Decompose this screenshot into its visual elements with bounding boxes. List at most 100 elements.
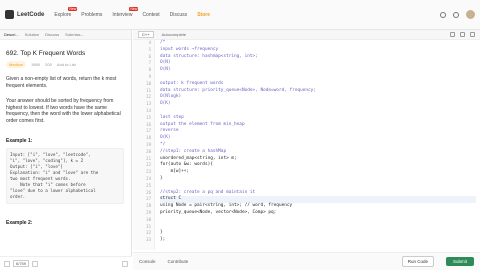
tab-submissions[interactable]: Submiss... xyxy=(65,32,84,37)
line-number: 32 xyxy=(146,230,151,236)
expand-icon[interactable] xyxy=(470,32,475,37)
nav-discuss[interactable]: Discuss xyxy=(170,12,188,18)
example-2-title: Example 2: xyxy=(6,220,33,226)
code-line: m[w]++; xyxy=(160,169,190,175)
problem-pager: 6/759 xyxy=(4,260,39,267)
autocomplete-toggle[interactable]: Autocomplete xyxy=(162,32,186,37)
nav-right-icons xyxy=(440,10,475,19)
code-line: O(K) xyxy=(160,135,171,141)
next-problem-button[interactable] xyxy=(32,260,39,267)
problem-footer: 6/759 xyxy=(0,256,132,270)
line-number: 16 xyxy=(146,121,151,127)
problem-description: Given a non-empty list of words, return … xyxy=(6,76,117,89)
line-number: 19 xyxy=(146,142,151,147)
line-number: 21 xyxy=(146,155,151,161)
line-number: 10 xyxy=(146,80,151,86)
code-line: priority_queue<Node, vector<Node>, Comp>… xyxy=(160,210,277,215)
example-line: order. xyxy=(10,194,26,199)
editor-icons xyxy=(450,32,475,37)
dislike-count[interactable]: 200 xyxy=(45,62,52,67)
submit-button[interactable]: Submit xyxy=(445,257,474,266)
settings-icon[interactable] xyxy=(460,32,465,37)
code-line: data structure: priority_queue<Node>, No… xyxy=(160,87,316,93)
line-number: 28 xyxy=(146,203,151,209)
code-editor-pane: C++ Autocomplete 4 5 6 7 8 9 10 11 12 13 14 15 16 17 1… xyxy=(133,30,480,270)
line-number: 12 xyxy=(146,94,151,100)
reset-icon[interactable] xyxy=(450,32,455,37)
nav-contest[interactable]: Contest xyxy=(142,12,159,18)
difficulty-badge: Medium xyxy=(6,61,27,68)
editor-footer: Console Contribute Run Code Submit xyxy=(133,252,480,270)
problem-pane: Descri... Solution Discuss Submiss... 69… xyxy=(0,30,132,270)
leetcode-logo-icon xyxy=(5,10,14,19)
add-to-list-button[interactable]: Add to List xyxy=(57,62,76,67)
line-number: 4 xyxy=(148,40,151,45)
example-1-title: Example 1: xyxy=(6,138,33,144)
top-navigation: LeetCode Explore New Problems Interview Ne… xyxy=(0,0,480,30)
line-number: 17 xyxy=(146,128,151,134)
code-line: O(K) xyxy=(160,101,171,107)
console-button[interactable]: Console xyxy=(139,259,156,264)
app-window: LeetCode Explore New Problems Interview Ne… xyxy=(0,0,480,270)
problem-title: 692. Top K Frequent Words xyxy=(6,50,86,57)
avatar[interactable] xyxy=(466,10,475,19)
nav-explore[interactable]: Explore New xyxy=(54,6,78,18)
line-number: 14 xyxy=(146,108,151,113)
code-line: } xyxy=(160,176,163,181)
fullscreen-icon[interactable] xyxy=(122,260,128,267)
line-number: 13 xyxy=(146,101,151,107)
code-line: }; xyxy=(160,237,166,243)
line-number: 27 xyxy=(146,196,151,202)
line-number: 8 xyxy=(148,67,151,73)
problem-description-2: Your answer should be sorted by frequenc… xyxy=(6,98,121,124)
tab-discuss[interactable]: Discuss xyxy=(45,32,59,37)
code-line: /* xyxy=(160,40,166,45)
tab-solution[interactable]: Solution xyxy=(25,32,39,37)
new-badge: New xyxy=(129,6,139,11)
line-number: 6 xyxy=(148,53,151,59)
line-number: 25 xyxy=(146,182,151,188)
prev-problem-button[interactable] xyxy=(4,260,10,267)
line-number: 31 xyxy=(146,223,151,229)
line-number: 33 xyxy=(146,237,151,243)
editor-toolbar: C++ Autocomplete xyxy=(133,30,480,40)
line-number: 7 xyxy=(148,60,151,66)
line-number: 30 xyxy=(146,216,151,222)
line-number: 11 xyxy=(146,87,151,93)
language-select[interactable]: C++ xyxy=(138,31,154,38)
line-number: 22 xyxy=(146,162,151,168)
nav-store[interactable]: Store xyxy=(197,12,210,18)
run-code-button[interactable]: Run Code xyxy=(401,256,434,267)
code-line: output the element from min_heap xyxy=(160,121,245,127)
code-line: data structure: hashmap<string, int>; xyxy=(160,53,258,59)
problem-index: 6/759 xyxy=(13,260,30,267)
code-line: input words →frequency xyxy=(160,46,219,52)
like-count[interactable]: 3690 xyxy=(31,62,40,67)
code-line: */ xyxy=(160,142,166,147)
line-number-gutter: 4 5 6 7 8 9 10 11 12 13 14 15 16 17 18 19 20 21 22 23 24 25 26… xyxy=(133,40,155,250)
problem-tabs: Descri... Solution Discuss Submiss... xyxy=(0,30,131,40)
line-number: 20 xyxy=(146,148,151,154)
brand-name: LeetCode xyxy=(17,11,45,18)
code-line: last step xyxy=(160,114,184,120)
settings-icon[interactable] xyxy=(453,11,459,18)
nav-interview[interactable]: Interview New xyxy=(112,6,139,18)
line-number: 5 xyxy=(148,46,151,52)
line-number: 9 xyxy=(148,74,151,79)
code-area[interactable]: /* input words →frequency data structure: … xyxy=(160,40,476,250)
code-line: output: k frequent words xyxy=(160,80,224,86)
code-line: using Node = pair<string, int>; // word,… xyxy=(160,203,293,209)
code-line: //step1: create a hashMap xyxy=(160,148,227,154)
brand-logo[interactable]: LeetCode xyxy=(5,10,44,19)
contribute-button[interactable]: Contribute xyxy=(168,259,189,264)
problem-meta: Medium 3690 200 Add to List xyxy=(6,61,76,68)
example-1-block: Input: ["i", "love", "leetcode", "i", "lo… xyxy=(6,148,124,204)
nav-problems[interactable]: Problems xyxy=(81,12,102,18)
notification-icon[interactable] xyxy=(440,11,446,18)
line-number: 29 xyxy=(146,210,151,215)
tab-description[interactable]: Descri... xyxy=(4,32,19,37)
line-number: 24 xyxy=(146,176,151,181)
line-number: 18 xyxy=(146,135,151,141)
code-line: O(N) xyxy=(160,67,171,73)
line-number: 26 xyxy=(146,189,151,195)
